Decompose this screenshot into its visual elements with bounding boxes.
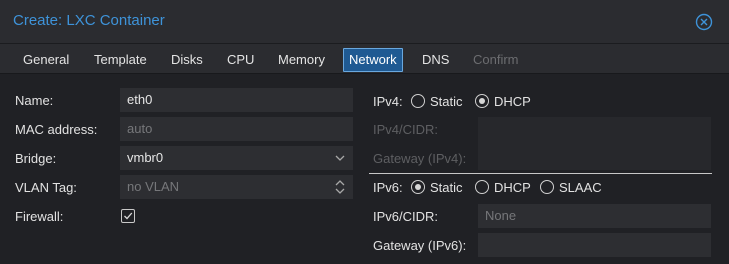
mac-address-field[interactable]: auto [120, 117, 353, 141]
tab-network[interactable]: Network [343, 48, 403, 72]
tab-dns[interactable]: DNS [416, 48, 455, 72]
section-divider [369, 173, 712, 174]
ipv6-slaac-radio[interactable] [540, 180, 554, 194]
spinner-icon[interactable] [333, 179, 347, 195]
ipv6-gateway-label: Gateway (IPv6): [373, 238, 467, 253]
tab-cpu[interactable]: CPU [221, 48, 260, 72]
close-icon[interactable] [695, 13, 713, 31]
name-label: Name: [15, 93, 54, 108]
ipv4-gateway-label: Gateway (IPv4): [373, 151, 467, 166]
ipv6-cidr-field[interactable]: None [478, 204, 711, 228]
tab-template[interactable]: Template [88, 48, 153, 72]
tab-bar: General Template Disks CPU Memory Networ… [0, 44, 729, 74]
mac-label: MAC address: [15, 122, 98, 137]
vlan-label: VLAN Tag: [15, 180, 77, 195]
tab-confirm: Confirm [473, 52, 519, 67]
ipv6-slaac-label: SLAAC [559, 180, 602, 195]
ipv4-static-label: Static [430, 94, 463, 109]
firewall-label: Firewall: [15, 209, 64, 224]
tab-disks[interactable]: Disks [165, 48, 209, 72]
ipv4-label: IPv4: [373, 94, 403, 109]
ipv4-static-radio[interactable] [411, 94, 425, 108]
ipv6-label: IPv6: [373, 180, 403, 195]
chevron-down-icon[interactable] [333, 150, 347, 166]
ipv4-dhcp-label: DHCP [494, 94, 531, 109]
ipv6-cidr-label: IPv6/CIDR: [373, 209, 439, 224]
vlan-placeholder: no VLAN [127, 179, 180, 194]
bridge-value: vmbr0 [127, 150, 164, 165]
ipv6-dhcp-radio[interactable] [475, 180, 489, 194]
dialog-title: Create: LXC Container [13, 12, 165, 29]
ipv4-dhcp-radio[interactable] [475, 94, 489, 108]
ipv6-gateway-field[interactable] [478, 233, 711, 257]
ipv6-dhcp-label: DHCP [494, 180, 531, 195]
tab-memory[interactable]: Memory [272, 48, 331, 72]
bridge-select[interactable]: vmbr0 [120, 146, 353, 170]
bridge-label: Bridge: [15, 151, 57, 166]
dialog-titlebar: Create: LXC Container [0, 0, 729, 44]
ipv6-static-label: Static [430, 180, 463, 195]
checkmark-icon [124, 212, 133, 220]
firewall-checkbox[interactable] [121, 209, 135, 223]
name-field[interactable]: eth0 [120, 88, 353, 112]
ipv6-static-radio[interactable] [411, 180, 425, 194]
ipv4-disabled-fields [478, 117, 711, 170]
tab-general[interactable]: General [17, 48, 75, 72]
vlan-tag-field[interactable]: no VLAN [120, 175, 353, 199]
ipv4-cidr-label: IPv4/CIDR: [373, 122, 439, 137]
